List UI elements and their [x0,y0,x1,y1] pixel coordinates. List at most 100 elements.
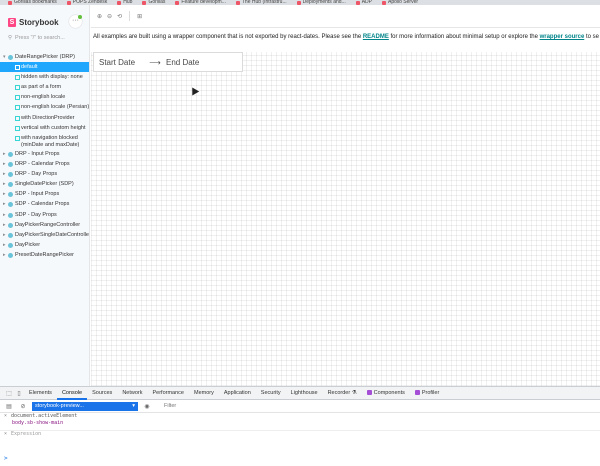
devtools-tab[interactable]: Memory [189,387,219,400]
story-icon [15,115,20,121]
story-item[interactable]: default [0,62,89,73]
devtools-tab[interactable]: Sources [87,387,117,400]
story-icon [15,136,20,141]
tree-component-item[interactable]: ▸ SingleDatePicker (SDP) [0,180,89,190]
devtools-tab[interactable]: Security [256,387,286,400]
tree-group-daterangepicker[interactable]: ▾ DateRangePicker (DRP) [0,52,89,62]
tree-component-item[interactable]: ▸ SDP - Input Props [0,190,89,200]
notice-text: All examples are built using a wrapper c… [91,28,600,52]
arrow-right-icon: ⟶ [149,57,161,67]
tree-component-item[interactable]: ▸ SDP - Day Props [0,210,89,220]
devtools-tab[interactable]: Console [56,387,88,400]
devtools-tab-label: Console [61,389,83,396]
tree-component-item[interactable]: ▸ DRP - Calendar Props [0,159,89,169]
console-prompt[interactable]: > [0,455,8,462]
story-item[interactable]: hidden with display: none [0,72,89,82]
brand[interactable]: S Storybook [8,18,59,27]
story-label: with navigation blocked (minDate and max… [21,135,80,148]
react-icon [366,389,372,395]
devtools-tab-label: Lighthouse [290,389,318,396]
search-input[interactable]: ⚲ Press "/" to search... [8,35,65,41]
story-icon [15,64,20,70]
chevron-right-icon: ▸ [3,232,6,238]
story-item[interactable]: with navigation blocked (minDate and max… [0,134,89,150]
devtools-tab-label: Components [373,389,405,396]
toolbar-divider [129,11,131,21]
story-label: with DirectionProvider [21,114,75,121]
component-label: DRP - Calendar Props [15,160,70,167]
device-toolbar-icon[interactable]: ▯ [14,390,24,397]
tree-component-item[interactable]: ▸ DRP - Input Props [0,149,89,159]
tree-component-item[interactable]: ▸ DayPickerSingleDateController [0,231,89,241]
sidebar-toggle-icon[interactable]: ▤ [4,403,14,410]
notice-suffix: to se [585,34,599,40]
devtools-tab[interactable]: Elements [24,387,57,400]
story-tree: ▾ DateRangePicker (DRP) default hidden with… [0,52,89,261]
component-label: DRP - Day Props [15,170,58,177]
preview-canvas: ⊕ ⊖ ⟲ ⊞ All examples are built using a w… [91,5,600,386]
tree-component-item[interactable]: ▸ DRP - Day Props [0,169,89,179]
component-label: SDP - Input Props [15,191,60,198]
chevron-down-icon: ▾ [132,402,135,409]
story-item[interactable]: non-english locale (Persian) [0,103,89,113]
devtools-tab-label: Elements [29,389,52,396]
eye-icon[interactable]: ◉ [142,403,152,410]
bookmark-icon [142,0,147,5]
zoom-in-icon[interactable]: ⊕ [97,13,102,20]
inspect-icon[interactable]: ⬚ [4,390,14,397]
wrapper-source-link[interactable]: wrapper source [540,34,585,40]
notice-prefix: All examples are built using a wrapper c… [93,34,362,40]
devtools-tab[interactable]: Network [117,387,147,400]
devtools-tabs: ⬚ ▯ Elements Console Sources Network Perform… [0,387,600,400]
devtools-tab[interactable]: Application [219,387,256,400]
story-item[interactable]: non-english locale [0,93,89,103]
tree-component-item[interactable]: ▸ SDP - Calendar Props [0,200,89,210]
clear-console-icon[interactable]: ⊘ [18,403,28,410]
filter-input[interactable]: Filter [164,403,176,409]
story-icon [15,95,20,101]
devtools-panel: ⬚ ▯ Elements Console Sources Network Perform… [0,386,600,466]
story-item[interactable]: as part of a form [0,83,89,93]
settings-menu-button[interactable]: ··· [69,15,82,28]
story-item[interactable]: with DirectionProvider [0,113,89,123]
story-label: default [21,63,38,70]
zoom-out-icon[interactable]: ⊖ [107,13,112,20]
update-badge [78,15,82,19]
devtools-tab[interactable]: Components [362,387,410,400]
zoom-reset-icon[interactable]: ⟲ [117,13,122,20]
tree-component-item[interactable]: ▸ PresetDateRangePicker [0,251,89,261]
search-icon: ⚲ [8,35,13,41]
devtools-tab-label: Recorder ⚗ [327,389,357,396]
grid-icon[interactable]: ⊞ [137,13,142,20]
story-item[interactable]: vertical with custom height [0,123,89,133]
close-icon[interactable]: × [4,431,7,437]
devtools-tab[interactable]: Recorder ⚗ [323,387,362,400]
console-expression[interactable]: × document.activeElement [0,413,600,420]
devtools-tab[interactable]: Profiler [410,387,444,400]
close-icon[interactable]: × [4,413,7,419]
component-label: DRP - Input Props [15,150,60,157]
date-range-picker[interactable]: Start Date ⟶ End Date [93,52,243,72]
devtools-tab[interactable]: Lighthouse [286,387,323,400]
context-select[interactable]: storybook-preview... ▾ [32,401,138,411]
component-icon [8,192,13,198]
component-label: SDP - Calendar Props [15,201,70,208]
start-date-input[interactable]: Start Date [94,58,146,67]
react-icon [414,389,420,395]
devtools-tab[interactable]: Performance [147,387,189,400]
devtools-tab-label: Sources [92,389,113,396]
preview-toolbar: ⊕ ⊖ ⟲ ⊞ [91,5,600,28]
live-expression[interactable]: × Expression [0,431,600,438]
component-icon [8,233,13,238]
readme-link[interactable]: README [363,34,389,40]
tree-component-item[interactable]: ▸ DayPicker [0,241,89,251]
bookmark-icon [117,0,122,5]
devtools-tab-label: Security [260,389,281,396]
component-icon [8,171,13,177]
component-label: DayPickerRangeController [15,221,81,228]
bookmark-icon [296,0,301,5]
context-value: storybook-preview... [35,402,84,409]
console-result[interactable]: body.sb-show-main [0,420,600,427]
tree-component-item[interactable]: ▸ DayPickerRangeController [0,220,89,230]
end-date-input[interactable]: End Date [164,58,199,67]
